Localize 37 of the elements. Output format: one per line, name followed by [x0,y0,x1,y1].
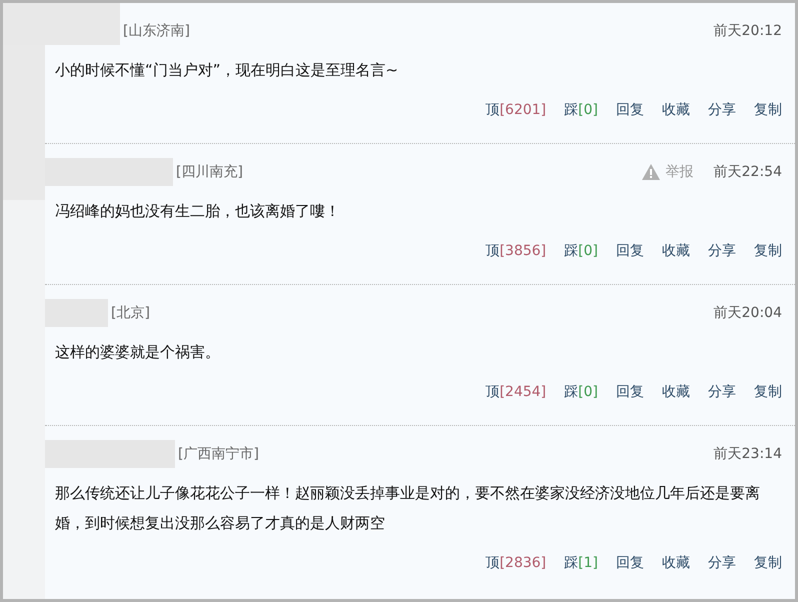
action-link[interactable]: 收藏 [662,382,690,402]
action-link[interactable]: 回复 [616,382,644,402]
action-link[interactable]: 复制 [754,553,782,573]
downvote-link[interactable]: 踩[1] [564,553,598,573]
action-link[interactable]: 分享 [708,100,736,120]
action-link[interactable]: 复制 [754,100,782,120]
action-link[interactable]: 复制 [754,241,782,261]
timestamp: 前天20:12 [714,22,782,41]
action-link[interactable]: 分享 [708,382,736,402]
comment-text: 这样的婆婆就是个祸害。 [54,342,221,363]
comment-text: 小的时候不懂“门当户对”，现在明白这是至理名言~ [54,60,400,81]
warning-icon [642,164,660,180]
location-label: [四川南充] [176,163,243,182]
timestamp: 前天22:54 [714,163,782,182]
action-link[interactable]: 收藏 [662,241,690,261]
comment-text: 冯绍峰的妈也没有生二胎，也该离婚了嘍！ [54,201,341,222]
action-link[interactable]: 分享 [708,241,736,261]
downvote-link[interactable]: 踩[0] [564,241,598,261]
upvote-link[interactable]: 顶[3856] [486,241,546,261]
action-link[interactable]: 复制 [754,382,782,402]
downvote-link[interactable]: 踩[0] [564,100,598,120]
upvote-link[interactable]: 顶[6201] [486,100,546,120]
action-link[interactable]: 回复 [616,100,644,120]
location-label: [广西南宁市] [178,445,259,464]
action-link[interactable]: 回复 [616,241,644,261]
location-label: [北京] [111,304,150,323]
timestamp: 前天20:04 [714,304,782,323]
timestamp: 前天23:14 [714,445,782,464]
location-label: [山东济南] [123,22,190,41]
action-link[interactable]: 收藏 [662,553,690,573]
comment-text: 那么传统还让儿子像花花公子一样！赵丽颖没丢掉事业是对的，要不然在婆家没经济没地位几年后还是要离婚，到时候想复出没那么容易了才真的是人财两空 [54,483,761,534]
upvote-link[interactable]: 顶[2454] [486,382,546,402]
action-link[interactable]: 分享 [708,553,736,573]
downvote-link[interactable]: 踩[0] [564,382,598,402]
action-link[interactable]: 收藏 [662,100,690,120]
upvote-link[interactable]: 顶[2836] [486,553,546,573]
action-link[interactable]: 回复 [616,553,644,573]
